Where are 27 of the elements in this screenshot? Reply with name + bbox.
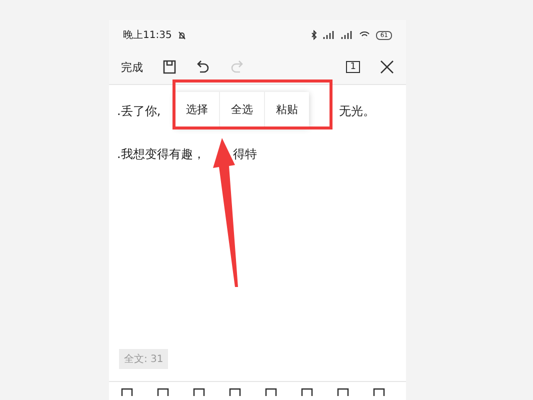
toolbar-icon[interactable] xyxy=(301,386,313,396)
status-time: 晚上11:35 xyxy=(123,28,172,42)
menu-item[interactable]: 选择 xyxy=(175,92,220,127)
menu-item[interactable]: 粘贴 xyxy=(265,92,309,127)
toolbar-icon[interactable] xyxy=(193,386,205,396)
undo-icon[interactable] xyxy=(196,60,210,74)
save-icon[interactable] xyxy=(163,60,176,74)
bluetooth-icon xyxy=(311,30,318,40)
toolbar-icon[interactable] xyxy=(337,386,349,396)
toolbar-icon[interactable] xyxy=(229,386,241,396)
mute-icon xyxy=(178,30,186,40)
toolbar-icon[interactable] xyxy=(265,386,277,396)
done-button[interactable]: 完成 xyxy=(121,60,143,74)
wifi-icon xyxy=(359,31,370,39)
toolbar-icon[interactable] xyxy=(373,386,385,396)
word-count: 全文: 31 xyxy=(119,349,168,369)
toolbar-icon[interactable] xyxy=(157,386,169,396)
signal-icon xyxy=(341,31,354,39)
menu-item[interactable]: 全选 xyxy=(220,92,265,127)
document-text: 得特 xyxy=(233,146,257,163)
document-text: .丢了你, xyxy=(117,103,161,120)
page-count-button[interactable]: 1 xyxy=(346,61,360,73)
signal-icon xyxy=(323,31,336,39)
toolbar-icon[interactable] xyxy=(121,386,133,396)
document-text: .我想变得有趣， xyxy=(117,146,205,163)
close-icon[interactable] xyxy=(380,60,394,74)
document-text: 无光。 xyxy=(339,103,375,120)
